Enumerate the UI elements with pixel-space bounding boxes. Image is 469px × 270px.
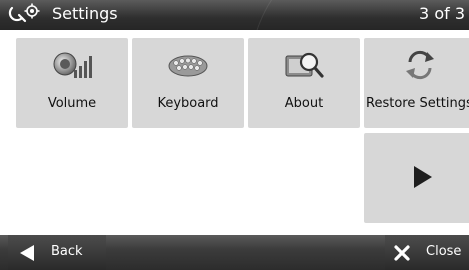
tile-label: Volume (47, 96, 97, 111)
tile-label: Keyboard (157, 96, 219, 111)
restore-settings-tile-button[interactable]: Restore Settings (364, 38, 469, 128)
page-title: Settings (52, 4, 118, 23)
volume-tile-button[interactable]: Volume (16, 38, 128, 128)
speaker-volume-icon (52, 48, 92, 82)
next-page-button[interactable] (364, 133, 469, 223)
next-arrow-icon (412, 165, 434, 189)
close-label: Close (426, 244, 462, 259)
close-icon (393, 244, 411, 262)
tile-label: About (284, 96, 324, 111)
back-button[interactable]: Back (8, 235, 106, 270)
about-tile-button[interactable]: About (248, 38, 360, 128)
tile-label: Restore Settings (366, 96, 469, 111)
restore-arrows-icon (400, 48, 440, 82)
keyboard-tile-button[interactable]: Keyboard (132, 38, 244, 128)
title-bar: Settings 3 of 3 (0, 0, 469, 30)
close-button[interactable]: Close (385, 235, 469, 270)
back-arrow-icon (18, 244, 36, 262)
back-label: Back (51, 244, 83, 259)
about-magnifier-icon (284, 48, 324, 82)
settings-wrench-gear-icon (8, 2, 42, 28)
page-indicator: 3 of 3 (419, 4, 465, 23)
keyboard-icon (168, 48, 208, 82)
